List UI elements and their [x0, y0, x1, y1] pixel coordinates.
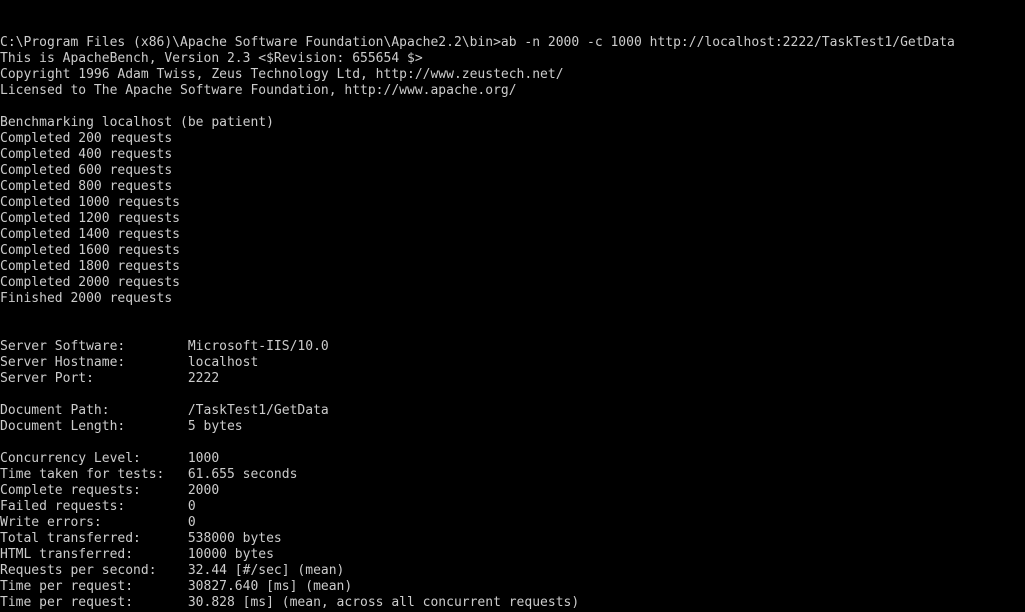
terminal-line: Completed 800 requests — [0, 179, 173, 194]
terminal-line: Completed 1600 requests — [0, 243, 181, 258]
terminal-line: Licensed to The Apache Software Foundati… — [0, 83, 517, 98]
terminal-line: Completed 600 requests — [0, 163, 173, 178]
terminal-line: Document Path: /TaskTest1/GetData — [0, 403, 329, 418]
terminal-line: Document Length: 5 bytes — [0, 419, 243, 434]
terminal-line: Failed requests: 0 — [0, 499, 196, 514]
terminal-text-buffer: C:\Program Files (x86)\Apache Software F… — [0, 35, 1025, 612]
terminal-line: C:\Program Files (x86)\Apache Software F… — [0, 35, 955, 50]
terminal-line: Completed 1400 requests — [0, 227, 181, 242]
terminal-line: Completed 400 requests — [0, 147, 173, 162]
terminal-line: Copyright 1996 Adam Twiss, Zeus Technolo… — [0, 67, 564, 82]
terminal-line: Time per request: 30827.640 [ms] (mean) — [0, 579, 353, 594]
terminal-line: Completed 200 requests — [0, 131, 173, 146]
terminal-line: Server Software: Microsoft-IIS/10.0 — [0, 339, 329, 354]
terminal-line: Time taken for tests: 61.655 seconds — [0, 467, 298, 482]
terminal-line: Server Hostname: localhost — [0, 355, 259, 370]
terminal-line: This is ApacheBench, Version 2.3 <$Revis… — [0, 51, 423, 66]
terminal-line: Complete requests: 2000 — [0, 483, 220, 498]
terminal-line: HTML transferred: 10000 bytes — [0, 547, 274, 562]
terminal-line: Write errors: 0 — [0, 515, 196, 530]
terminal-line: Completed 1800 requests — [0, 259, 181, 274]
terminal-line: Concurrency Level: 1000 — [0, 451, 220, 466]
terminal-line: Time per request: 30.828 [ms] (mean, acr… — [0, 595, 580, 610]
terminal-line: Server Port: 2222 — [0, 371, 220, 386]
terminal-line: Finished 2000 requests — [0, 291, 173, 306]
terminal-line: Benchmarking localhost (be patient) — [0, 115, 274, 130]
terminal-output-area[interactable]: C:\Program Files (x86)\Apache Software F… — [0, 0, 1025, 612]
terminal-line: Requests per second: 32.44 [#/sec] (mean… — [0, 563, 345, 578]
terminal-line: Completed 1200 requests — [0, 211, 181, 226]
terminal-line: Completed 1000 requests — [0, 195, 181, 210]
terminal-line: Total transferred: 538000 bytes — [0, 531, 282, 546]
terminal-line: Completed 2000 requests — [0, 275, 181, 290]
